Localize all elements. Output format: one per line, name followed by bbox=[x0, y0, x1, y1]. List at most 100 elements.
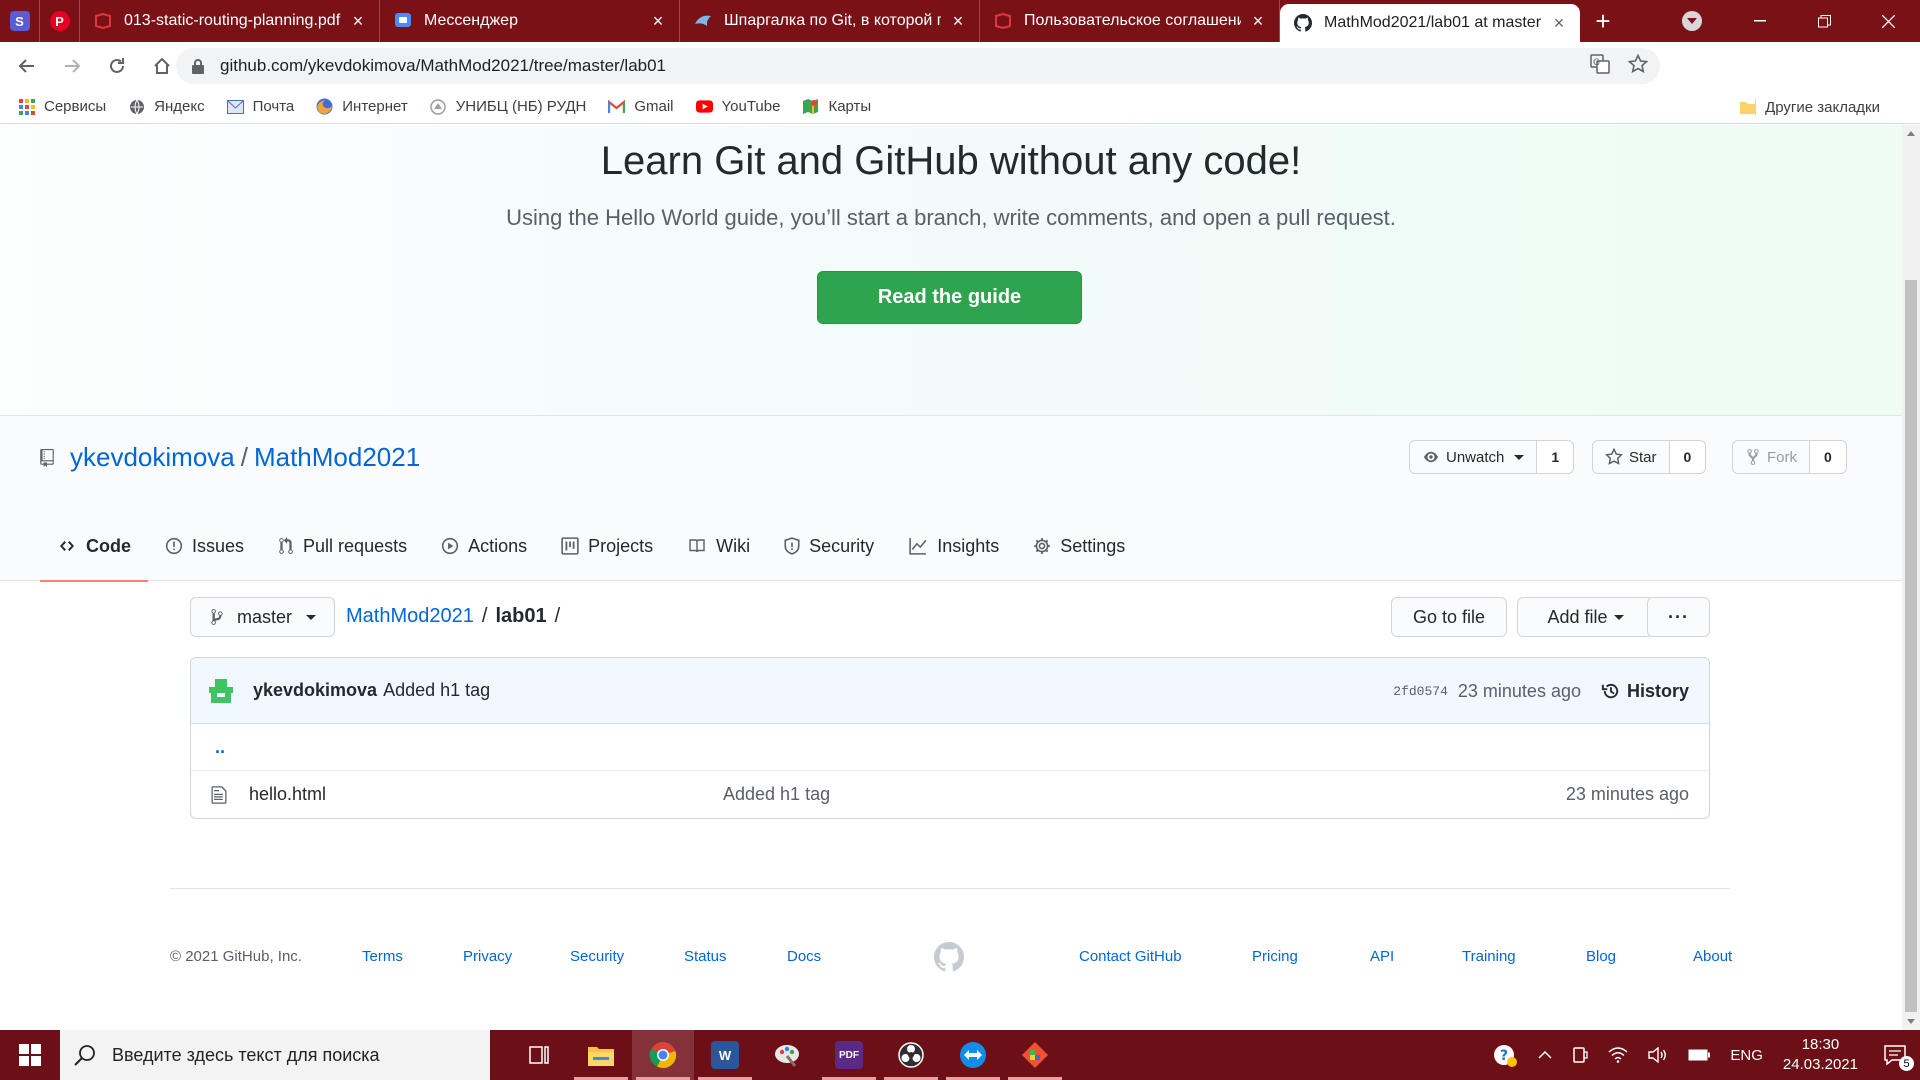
close-icon[interactable]: × bbox=[1249, 12, 1267, 30]
footer-link-status[interactable]: Status bbox=[684, 948, 727, 965]
address-bar[interactable]: github.com/ykevdokimova/MathMod2021/tree… bbox=[176, 48, 1660, 84]
close-icon[interactable]: × bbox=[349, 12, 367, 30]
footer-link-docs[interactable]: Docs bbox=[787, 948, 821, 965]
bookmark-services[interactable]: Сервисы bbox=[18, 98, 106, 115]
footer-link-pricing[interactable]: Pricing bbox=[1252, 948, 1298, 965]
browser-tab-active[interactable]: MathMod2021/lab01 at master × bbox=[1280, 4, 1580, 42]
add-file-button[interactable]: Add file bbox=[1517, 597, 1654, 637]
other-bookmarks[interactable]: Другие закладки bbox=[1739, 90, 1880, 124]
wifi-icon[interactable] bbox=[1608, 1047, 1628, 1063]
new-tab-button[interactable]: + bbox=[1580, 0, 1626, 42]
back-button[interactable] bbox=[9, 48, 45, 84]
scroll-thumb[interactable] bbox=[1905, 280, 1917, 1012]
footer-link-contact[interactable]: Contact GitHub bbox=[1079, 948, 1182, 965]
repo-name-link[interactable]: MathMod2021 bbox=[254, 442, 420, 473]
bookmark-internet[interactable]: Интернет bbox=[316, 98, 408, 115]
go-to-file-button[interactable]: Go to file bbox=[1391, 597, 1507, 637]
translate-icon[interactable]: G bbox=[1590, 53, 1610, 79]
close-window-button[interactable] bbox=[1856, 0, 1920, 42]
volume-icon[interactable] bbox=[1648, 1047, 1668, 1063]
stars-count[interactable]: 0 bbox=[1669, 441, 1706, 473]
browser-tab[interactable]: 013-static-routing-planning.pdf × bbox=[80, 0, 380, 42]
footer-link-about[interactable]: About bbox=[1693, 948, 1732, 965]
task-view-button[interactable] bbox=[508, 1030, 570, 1080]
bookmark-library[interactable]: УНИБЦ (НБ) РУДН bbox=[430, 98, 586, 115]
bookmark-gmail[interactable]: Gmail bbox=[608, 98, 674, 115]
watchers-count[interactable]: 1 bbox=[1537, 441, 1574, 473]
footer-link-blog[interactable]: Blog bbox=[1586, 948, 1616, 965]
bookmark-mail[interactable]: Почта bbox=[226, 98, 294, 115]
taskbar-app-teamviewer[interactable] bbox=[942, 1030, 1004, 1080]
footer-link-privacy[interactable]: Privacy bbox=[463, 948, 512, 965]
file-commit-message-link[interactable]: Added h1 tag bbox=[723, 784, 830, 805]
pinned-tab-s[interactable]: S bbox=[0, 0, 40, 42]
restore-button[interactable] bbox=[1792, 0, 1856, 42]
bookmark-maps[interactable]: Карты bbox=[802, 98, 871, 115]
tab-security[interactable]: Security bbox=[767, 511, 891, 581]
clock[interactable]: 18:30 24.03.2021 bbox=[1783, 1035, 1858, 1075]
tab-actions[interactable]: Actions bbox=[424, 511, 544, 581]
breadcrumb-repo-link[interactable]: MathMod2021 bbox=[346, 605, 474, 628]
github-mark-icon[interactable] bbox=[934, 942, 964, 972]
bookmark-star-icon[interactable] bbox=[1627, 53, 1649, 79]
commit-message-link[interactable]: Added h1 tag bbox=[383, 680, 490, 701]
notification-center[interactable]: 5 bbox=[1884, 1045, 1914, 1071]
footer-link-training[interactable]: Training bbox=[1462, 948, 1516, 965]
unwatch-button[interactable]: Unwatch bbox=[1410, 441, 1538, 473]
taskbar-app-paint[interactable] bbox=[756, 1030, 818, 1080]
help-icon[interactable]: ? bbox=[1492, 1042, 1518, 1068]
forward-button[interactable] bbox=[54, 48, 90, 84]
close-icon[interactable]: × bbox=[649, 12, 667, 30]
footer-link-security[interactable]: Security bbox=[570, 948, 624, 965]
tab-code[interactable]: Code bbox=[40, 511, 148, 582]
taskbar-app-explorer[interactable] bbox=[570, 1030, 632, 1080]
taskbar-search-box[interactable]: Введите здесь текст для поиска bbox=[60, 1030, 490, 1080]
scroll-up-arrow[interactable] bbox=[1907, 131, 1915, 136]
read-the-guide-button[interactable]: Read the guide bbox=[817, 271, 1082, 324]
footer-link-api[interactable]: API bbox=[1370, 948, 1394, 965]
home-button[interactable] bbox=[144, 48, 180, 84]
more-options-button[interactable]: ··· bbox=[1647, 597, 1710, 637]
scroll-down-arrow[interactable] bbox=[1907, 1019, 1915, 1024]
browser-tab[interactable]: Шпаргалка по Git, в которой пр × bbox=[680, 0, 980, 42]
taskbar-app-chrome[interactable] bbox=[632, 1030, 694, 1080]
page-scrollbar[interactable] bbox=[1902, 125, 1920, 1030]
device-icon[interactable] bbox=[1572, 1046, 1589, 1064]
tab-issues[interactable]: Issues bbox=[148, 511, 261, 581]
avatar[interactable] bbox=[207, 676, 235, 705]
browser-tab[interactable]: Мессенджер × bbox=[380, 0, 680, 42]
forks-count[interactable]: 0 bbox=[1810, 441, 1846, 473]
tab-insights[interactable]: Insights bbox=[891, 511, 1016, 581]
start-button[interactable] bbox=[0, 1030, 60, 1080]
tab-projects[interactable]: Projects bbox=[544, 511, 670, 581]
pinned-tab-pinterest[interactable]: P bbox=[40, 0, 80, 42]
repo-owner-link[interactable]: ykevdokimova bbox=[70, 442, 235, 473]
commit-sha-link[interactable]: 2fd0574 bbox=[1393, 684, 1448, 699]
tab-settings[interactable]: Settings bbox=[1016, 511, 1142, 581]
tab-pull-requests[interactable]: Pull requests bbox=[261, 511, 424, 581]
file-name-link[interactable]: hello.html bbox=[249, 784, 326, 805]
language-indicator[interactable]: ENG bbox=[1730, 1047, 1763, 1064]
commit-author-link[interactable]: ykevdokimova bbox=[253, 680, 377, 701]
fork-button[interactable]: Fork bbox=[1733, 441, 1810, 473]
history-link[interactable]: History bbox=[1601, 681, 1689, 702]
taskbar-app-git[interactable] bbox=[1004, 1030, 1066, 1080]
close-icon[interactable]: × bbox=[1550, 14, 1568, 32]
lock-icon[interactable] bbox=[190, 58, 206, 74]
branch-selector[interactable]: master bbox=[190, 597, 335, 637]
bookmark-yandex[interactable]: Яндекс bbox=[128, 98, 205, 115]
bookmark-youtube[interactable]: YouTube bbox=[695, 98, 780, 115]
browser-tab[interactable]: Пользовательское соглашение × bbox=[980, 0, 1280, 42]
parent-directory-link[interactable]: .. bbox=[191, 724, 1709, 771]
taskbar-app-pdf[interactable]: PDF bbox=[818, 1030, 880, 1080]
footer-link-terms[interactable]: Terms bbox=[362, 948, 403, 965]
taskbar-app-word[interactable]: W bbox=[694, 1030, 756, 1080]
tab-wiki[interactable]: Wiki bbox=[670, 511, 767, 581]
taskbar-app-obs[interactable] bbox=[880, 1030, 942, 1080]
battery-icon[interactable] bbox=[1688, 1049, 1711, 1061]
close-icon[interactable]: × bbox=[949, 12, 967, 30]
chevron-up-icon[interactable] bbox=[1538, 1051, 1552, 1059]
minimize-button[interactable] bbox=[1728, 0, 1792, 42]
reload-button[interactable] bbox=[99, 48, 135, 84]
star-button[interactable]: Star bbox=[1593, 441, 1670, 473]
